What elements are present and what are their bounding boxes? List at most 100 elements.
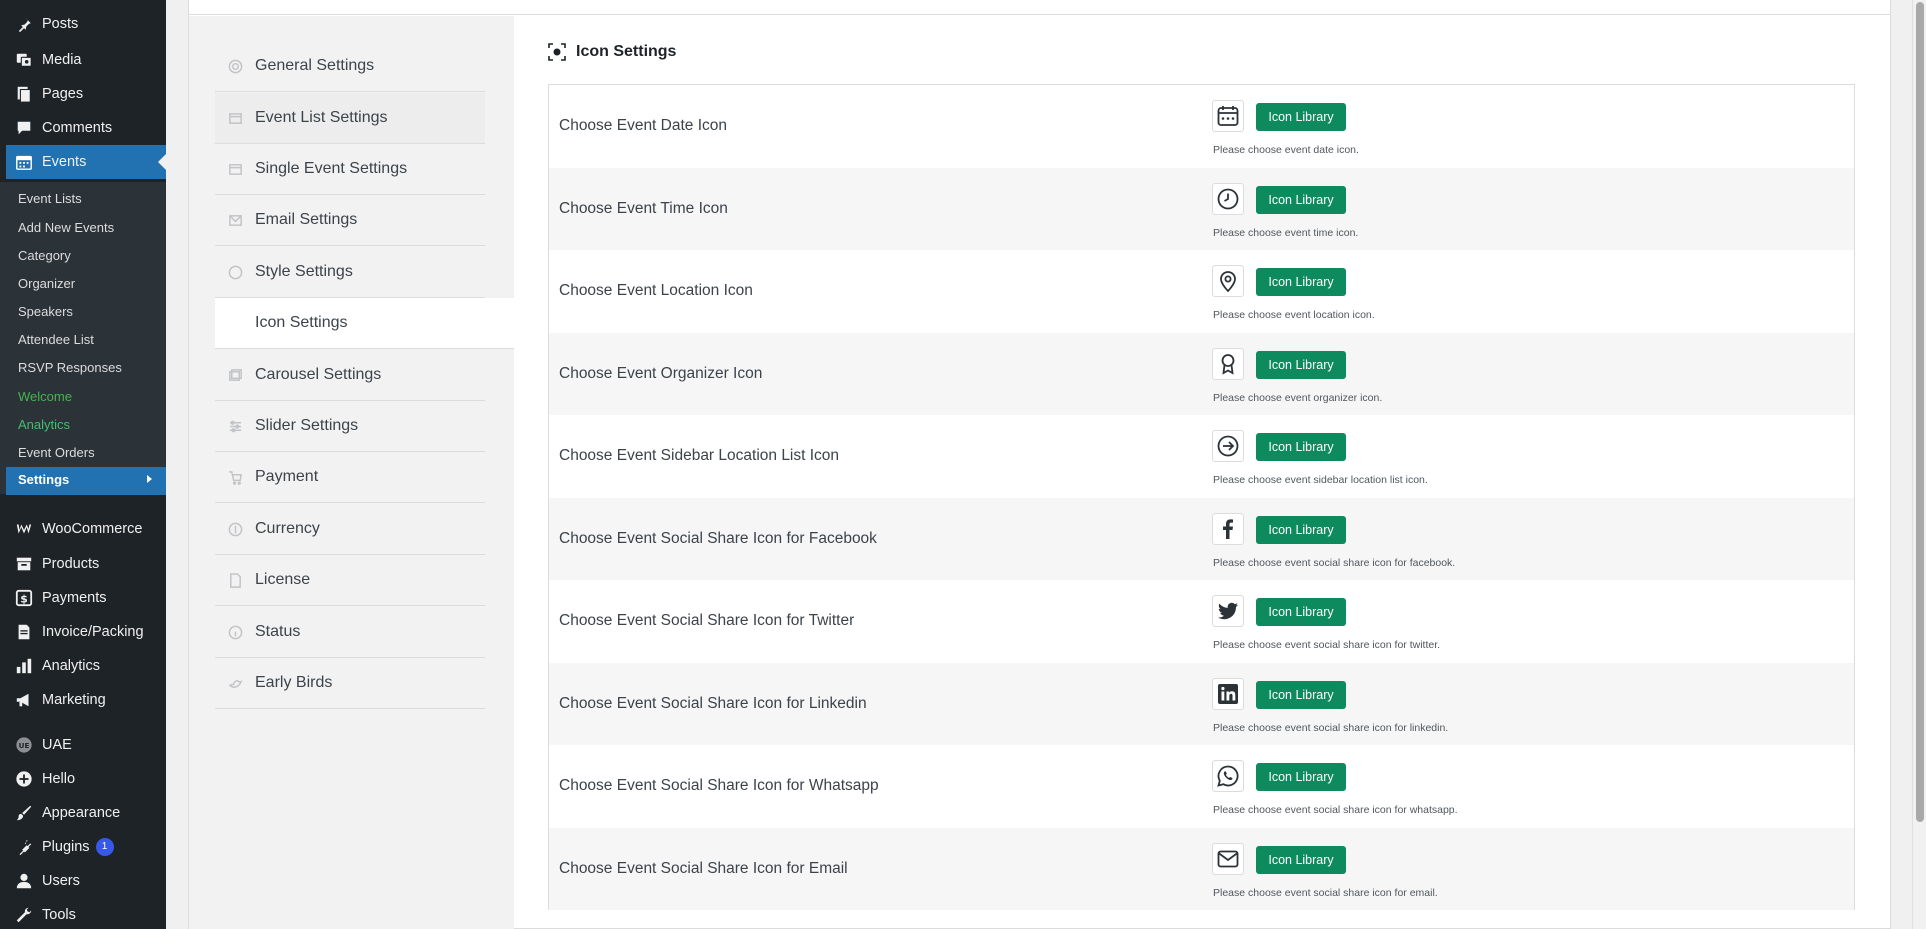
- palette-icon: [227, 264, 243, 280]
- menu-events[interactable]: Events: [6, 145, 166, 179]
- icon-library-button[interactable]: Icon Library: [1256, 515, 1346, 544]
- menu-analytics[interactable]: Analytics: [0, 649, 166, 683]
- menu-plugins[interactable]: Plugins 1: [0, 830, 166, 864]
- archive-icon: [14, 554, 34, 574]
- tab-label: Single Event Settings: [255, 160, 408, 177]
- pin-icon: [14, 14, 34, 34]
- scrollbar-thumb[interactable]: [1916, 2, 1924, 822]
- media-icon: [14, 50, 34, 70]
- icon-library-button[interactable]: Icon Library: [1256, 763, 1346, 791]
- icon-library-button[interactable]: Icon Library: [1256, 350, 1346, 379]
- row-label: Choose Event Social Share Icon for Email: [559, 859, 848, 877]
- wrench-icon: [14, 905, 34, 925]
- tab-early-birds[interactable]: Early Birds: [215, 658, 485, 709]
- tab-single-event-settings[interactable]: Single Event Settings: [215, 144, 485, 195]
- uae-icon: UE: [14, 735, 34, 755]
- submenu-category[interactable]: Category: [18, 245, 71, 267]
- icon-preview: [1212, 265, 1244, 297]
- tab-email-settings[interactable]: Email Settings: [215, 195, 485, 246]
- submenu-speakers[interactable]: Speakers: [18, 301, 73, 323]
- tab-license[interactable]: License: [215, 555, 485, 606]
- submenu-attendee-list[interactable]: Attendee List: [18, 329, 94, 351]
- icon-preview: [1212, 182, 1244, 215]
- envelope-icon: [1217, 850, 1239, 867]
- submenu-add-new-events[interactable]: Add New Events: [18, 217, 114, 239]
- icon-library-button[interactable]: Icon Library: [1256, 185, 1346, 214]
- menu-invoice-packing[interactable]: Invoice/Packing: [0, 615, 166, 649]
- menu-label: Marketing: [42, 692, 106, 708]
- submenu-event-orders[interactable]: Event Orders: [18, 442, 95, 464]
- icon-library-button[interactable]: Icon Library: [1256, 433, 1346, 461]
- menu-woocommerce[interactable]: WooCommerce: [0, 512, 166, 546]
- menu-users[interactable]: Users: [0, 864, 166, 898]
- table-row: Choose Event Social Share Icon for Linke…: [549, 662, 1854, 745]
- menu-products[interactable]: Products: [0, 547, 166, 581]
- tab-label: Early Birds: [255, 674, 333, 691]
- tab-label: Email Settings: [255, 211, 358, 228]
- icon-preview: [1212, 595, 1244, 627]
- icon-library-button[interactable]: Icon Library: [1256, 268, 1346, 296]
- comment-icon: [14, 118, 34, 138]
- panel-title: Icon Settings: [548, 43, 676, 61]
- page-scrollbar[interactable]: [1912, 0, 1926, 929]
- menu-label: Payments: [42, 590, 107, 606]
- tab-payment[interactable]: Payment: [215, 452, 485, 503]
- list-icon: [227, 110, 243, 126]
- submenu-rsvp-responses[interactable]: RSVP Responses: [18, 357, 122, 379]
- icon-preview: [1212, 100, 1244, 132]
- icon-library-button[interactable]: Icon Library: [1256, 103, 1346, 131]
- menu-label: Events: [42, 154, 87, 170]
- row-description: Please choose event time icon.: [1213, 226, 1359, 239]
- icon-library-button[interactable]: Icon Library: [1256, 598, 1346, 626]
- menu-pages[interactable]: Pages: [0, 77, 166, 111]
- row-label: Choose Event Organizer Icon: [559, 364, 763, 382]
- tab-label: Carousel Settings: [255, 366, 382, 383]
- menu-posts[interactable]: Posts: [0, 7, 166, 41]
- submenu-settings[interactable]: Settings: [6, 467, 166, 495]
- menu-tools[interactable]: Tools: [0, 898, 166, 929]
- menu-label: Tools: [42, 907, 76, 923]
- tab-general-settings[interactable]: General Settings: [215, 41, 485, 92]
- tab-slider-settings[interactable]: Slider Settings: [215, 401, 485, 452]
- icons-icon: [548, 43, 566, 61]
- tab-status[interactable]: Status: [215, 607, 485, 658]
- menu-uae[interactable]: UE UAE: [0, 728, 166, 762]
- menu-label: Posts: [42, 16, 79, 32]
- tab-carousel-settings[interactable]: Carousel Settings: [215, 350, 485, 401]
- clock-icon: [1217, 188, 1239, 209]
- icon-library-button[interactable]: Icon Library: [1256, 845, 1346, 874]
- submenu-analytics[interactable]: Analytics: [18, 414, 70, 436]
- menu-hello[interactable]: Hello: [0, 762, 166, 796]
- svg-text:UE: UE: [19, 741, 30, 750]
- row-description: Please choose event social share icon fo…: [1213, 721, 1449, 734]
- tab-style-settings[interactable]: Style Settings: [215, 247, 485, 298]
- menu-label: Media: [42, 52, 82, 68]
- table-row: Choose Event Social Share Icon for Email…: [549, 827, 1854, 910]
- tab-event-list-settings[interactable]: Event List Settings: [215, 93, 485, 144]
- menu-label: Pages: [42, 86, 84, 102]
- menu-appearance[interactable]: Appearance: [0, 796, 166, 830]
- info-icon: [227, 624, 243, 640]
- tab-icon-settings[interactable]: Icon Settings: [215, 298, 514, 349]
- icon-preview: [1212, 430, 1244, 462]
- row-description: Please choose event organizer icon.: [1213, 391, 1383, 404]
- menu-payments[interactable]: $ Payments: [0, 581, 166, 615]
- facebook-icon: [1223, 518, 1233, 539]
- file-icon: [227, 572, 243, 588]
- submenu-event-lists[interactable]: Event Lists: [18, 188, 82, 210]
- submenu-welcome[interactable]: Welcome: [18, 386, 72, 408]
- document-icon: [227, 161, 243, 177]
- menu-comments[interactable]: Comments: [0, 111, 166, 145]
- panel-title-text: Icon Settings: [576, 43, 677, 60]
- menu-label: Invoice/Packing: [42, 624, 144, 640]
- row-label: Choose Event Social Share Icon for Whats…: [559, 777, 879, 795]
- submenu-organizer[interactable]: Organizer: [18, 273, 75, 295]
- plus-circle-icon: [14, 769, 34, 789]
- row-label: Choose Event Sidebar Location List Icon: [559, 447, 840, 465]
- row-description: Please choose event date icon.: [1213, 144, 1359, 156]
- tab-currency[interactable]: Currency: [215, 504, 485, 555]
- icon-library-button[interactable]: Icon Library: [1256, 680, 1346, 709]
- menu-media[interactable]: Media: [0, 43, 166, 77]
- menu-marketing[interactable]: Marketing: [0, 683, 166, 717]
- table-row: Choose Event Date Icon Icon Library Plea…: [549, 85, 1854, 168]
